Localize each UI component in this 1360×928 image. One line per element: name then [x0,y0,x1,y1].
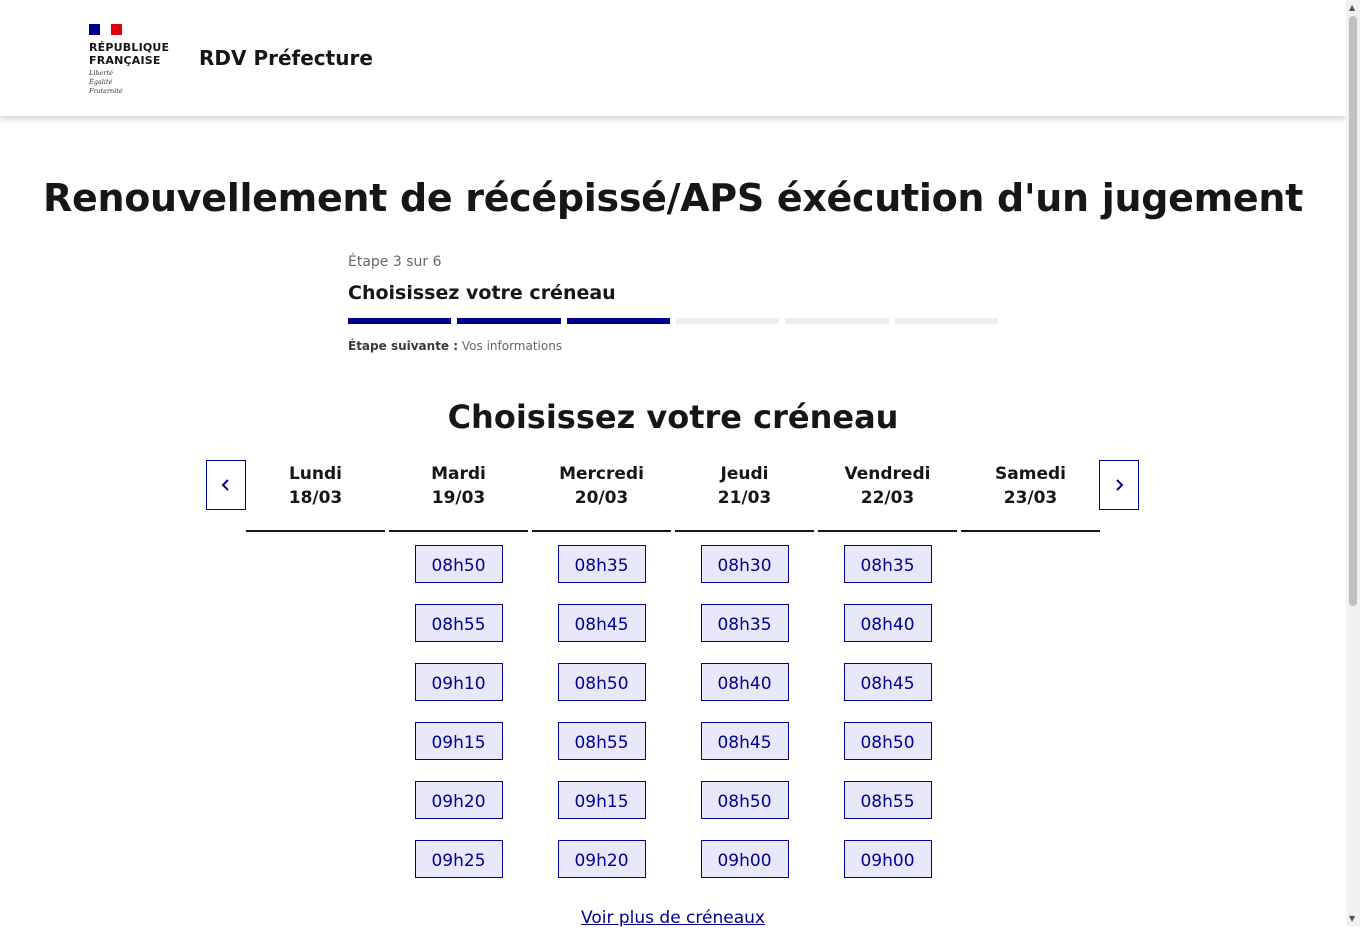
day-date: 23/03 [1003,488,1058,508]
step-progress-bar [348,318,998,324]
calendar-days: Lundi 18/03 Mardi 19/03 Mercredi 20/03 Jeudi 21… [246,460,1100,532]
time-slot-button[interactable]: 08h45 [843,663,932,701]
step-bar-6 [894,318,998,324]
day-header: Samedi 23/03 [961,460,1100,532]
day-name: Mercredi [559,464,644,484]
time-slot-button[interactable]: 08h40 [843,604,932,642]
step-bar-1 [348,318,452,324]
page-title: Renouvellement de récépissé/APS éxécutio… [43,176,1303,220]
day-date: 21/03 [717,488,772,508]
scrollbar-thumb[interactable] [1349,16,1357,606]
time-slot-button[interactable]: 08h50 [414,545,503,583]
time-slot-button[interactable]: 09h10 [414,663,503,701]
day-name: Samedi [995,464,1066,484]
time-slot-button[interactable]: 08h35 [557,545,646,583]
day-name: Jeudi [720,464,769,484]
day-header: Jeudi 21/03 [675,460,814,532]
logo-text: RÉPUBLIQUE FRANÇAISE [89,41,170,67]
time-slot-button[interactable]: 09h15 [414,722,503,760]
time-slot-button[interactable]: 09h20 [557,840,646,878]
time-slot-button[interactable]: 08h55 [557,722,646,760]
day-date: 22/03 [860,488,915,508]
page-scrollbar[interactable]: ▲ ▼ [1346,0,1360,926]
step-count: Étape 3 sur 6 [348,254,442,270]
time-slot-button[interactable]: 08h45 [557,604,646,642]
time-slot-button[interactable]: 08h35 [843,545,932,583]
next-days-button[interactable] [1099,460,1139,510]
section-title: Choisissez votre créneau [447,398,899,436]
site-header: RÉPUBLIQUE FRANÇAISE Liberté Égalité Frater… [0,0,1346,116]
time-slot-button[interactable]: 09h15 [557,781,646,819]
step-bar-4 [675,318,780,324]
day-header: Mardi 19/03 [389,460,528,532]
step-bar-2 [457,318,561,324]
time-slot-button[interactable]: 08h50 [700,781,789,819]
next-step-info: Étape suivante : Vos informations [348,339,562,353]
day-name: Lundi [288,464,343,484]
time-slot-button[interactable]: 08h45 [700,722,789,760]
logo-motto: Liberté Égalité Fraternité [89,69,123,95]
time-slot-button[interactable]: 08h50 [843,722,932,760]
time-slot-button[interactable]: 08h55 [843,781,932,819]
day-date: 20/03 [574,488,629,508]
previous-days-button[interactable] [206,460,246,510]
chevron-left-icon [221,479,229,491]
scroll-down-arrow-icon[interactable]: ▼ [1349,914,1355,923]
next-step-value: Vos informations [461,339,563,353]
day-header: Mercredi 20/03 [532,460,671,532]
french-flag-icon [89,24,122,35]
chevron-right-icon [1116,479,1124,491]
step-bar-3 [566,318,670,324]
time-slot-button[interactable]: 08h50 [557,663,646,701]
day-date: 19/03 [431,488,486,508]
time-slot-button[interactable]: 09h20 [414,781,503,819]
time-slot-button[interactable]: 08h40 [700,663,789,701]
republique-francaise-logo[interactable]: RÉPUBLIQUE FRANÇAISE Liberté Égalité Frater… [89,24,179,96]
service-title[interactable]: RDV Préfecture [199,46,373,70]
more-slots-link[interactable]: Voir plus de créneaux [0,908,1346,928]
time-slot-button[interactable]: 09h25 [414,840,503,878]
step-title: Choisissez votre créneau [348,282,616,304]
day-name: Vendredi [844,464,931,484]
time-slot-button[interactable]: 09h00 [843,840,932,878]
time-slot-button[interactable]: 09h00 [700,840,789,878]
scroll-up-arrow-icon[interactable]: ▲ [1349,3,1355,12]
day-header: Vendredi 22/03 [818,460,957,532]
time-slot-button[interactable]: 08h30 [700,545,789,583]
day-name: Mardi [431,464,486,484]
next-step-label: Étape suivante : [348,339,459,353]
step-bar-5 [785,318,889,324]
time-slot-button[interactable]: 08h35 [700,604,789,642]
day-date: 18/03 [288,488,343,508]
time-slot-button[interactable]: 08h55 [414,604,503,642]
day-header: Lundi 18/03 [246,460,385,532]
